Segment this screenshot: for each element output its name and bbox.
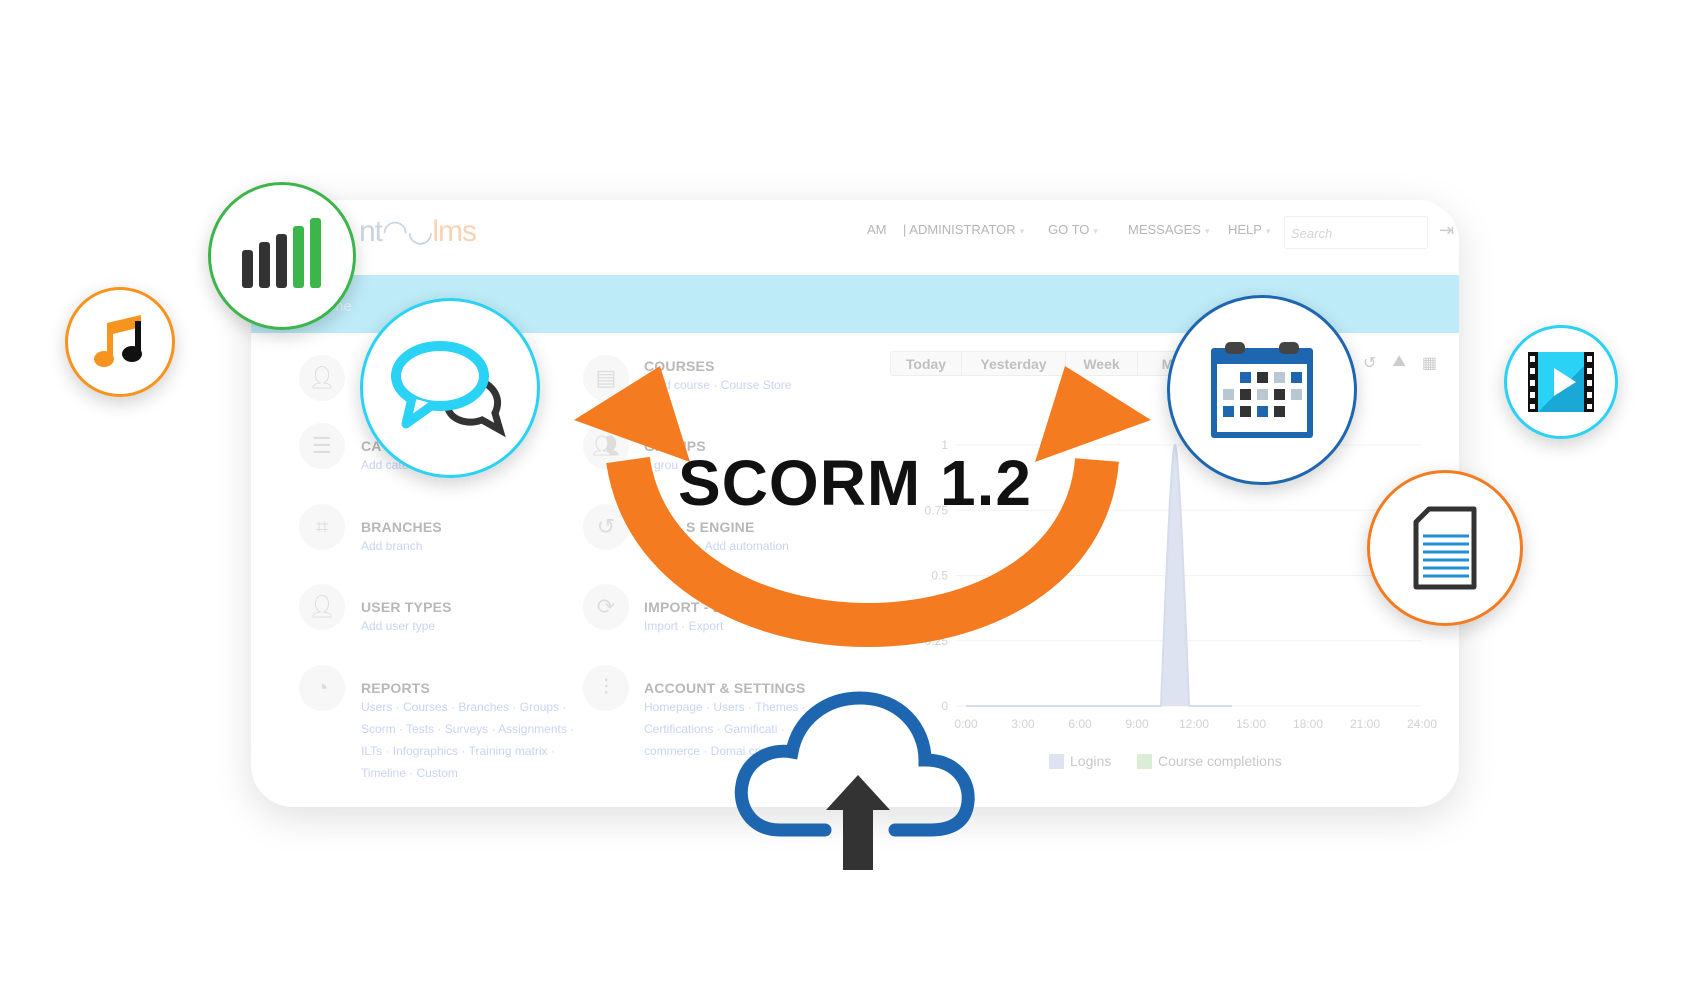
calendar-day-cell xyxy=(1257,389,1268,400)
calendar-day-cell xyxy=(1257,406,1268,417)
calendar-day-cell xyxy=(1240,372,1251,383)
scorm-headline: SCORM 1.2 xyxy=(678,447,1032,519)
music-badge xyxy=(65,287,175,397)
calendar-day-cell xyxy=(1240,406,1251,417)
calendar-day-cell xyxy=(1291,372,1302,383)
calendar-day-cell xyxy=(1274,372,1285,383)
cloud-upload-icon[interactable] xyxy=(730,680,980,880)
calendar-icon xyxy=(1211,342,1313,438)
film-play-icon xyxy=(1528,352,1594,412)
chat-bubbles-icon xyxy=(391,341,506,438)
calendar-day-cell xyxy=(1291,389,1302,400)
calendar-day-cell xyxy=(1274,389,1285,400)
signal-bars-icon xyxy=(242,218,321,288)
calendar-day-cell xyxy=(1240,389,1251,400)
calendar-day-cell xyxy=(1223,406,1234,417)
calendar-day-cell xyxy=(1257,372,1268,383)
calendar-badge xyxy=(1167,295,1357,485)
music-note-icon xyxy=(94,315,142,367)
video-badge xyxy=(1504,325,1618,439)
chat-badge xyxy=(360,298,540,478)
document-badge xyxy=(1367,470,1523,626)
calendar-day-cell xyxy=(1274,406,1285,417)
calendar-day-cell xyxy=(1223,389,1234,400)
signal-badge xyxy=(208,182,356,330)
document-icon xyxy=(1413,506,1477,590)
